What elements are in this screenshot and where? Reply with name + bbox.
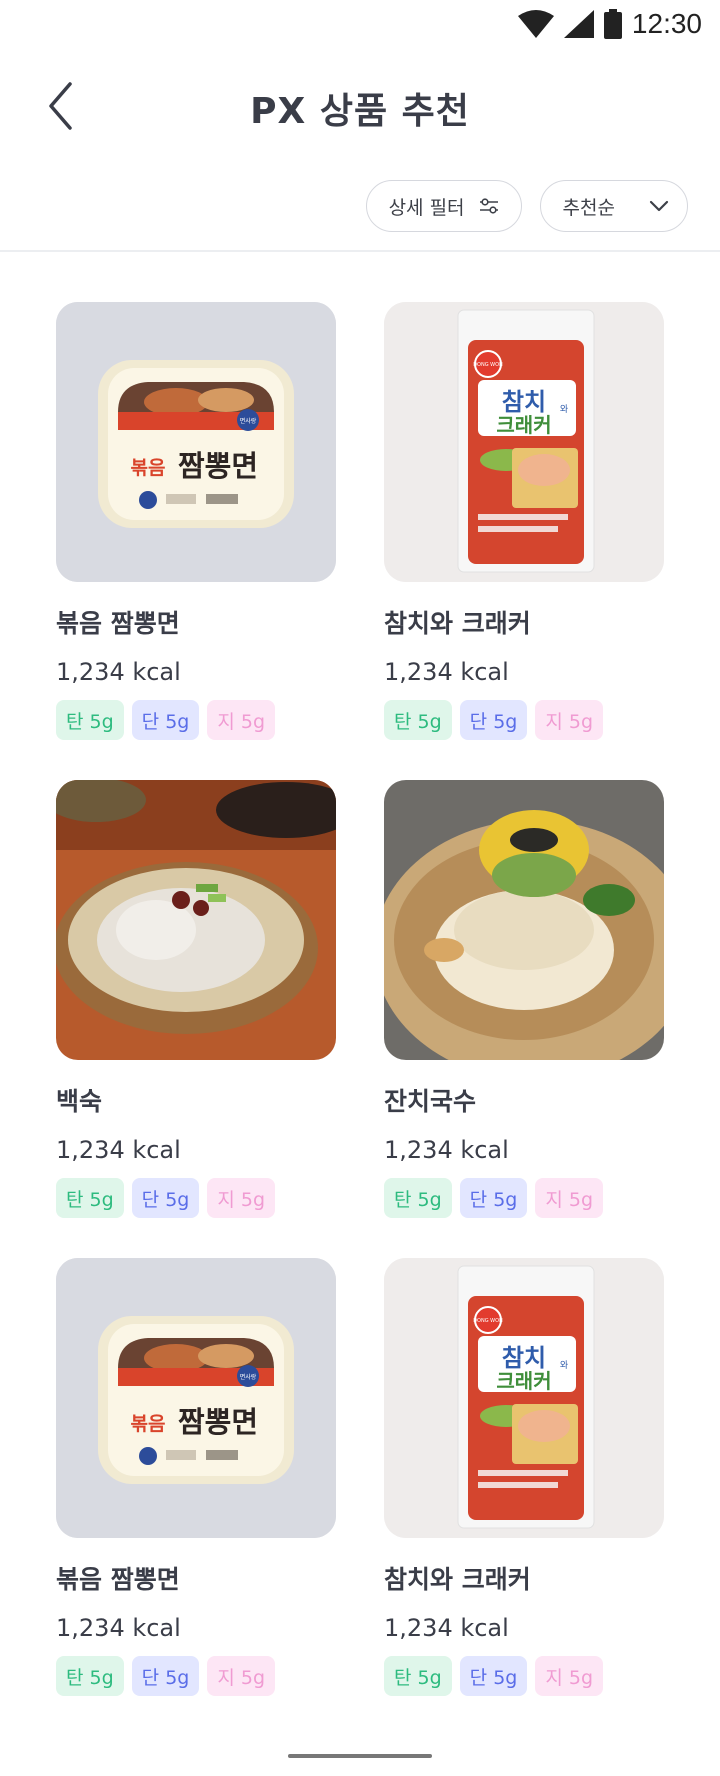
filter-row: 상세 필터 추천순 [365, 180, 688, 232]
carb-tag: 탄 5g [384, 1178, 452, 1218]
home-indicator[interactable] [288, 1754, 432, 1758]
tuna-brand-text: DONG WON [473, 362, 503, 368]
protein-tag: 단 5g [459, 700, 528, 740]
fat-tag: 지 5g [207, 1656, 276, 1696]
noodle-package-image: 면사랑 볶음 짬뽕면 [56, 302, 336, 582]
fat-tag: 지 5g [535, 700, 604, 740]
status-icons: 12:30 [517, 8, 702, 40]
noodle-brand-text: 면사랑 [240, 417, 257, 425]
noodle-soup-image [384, 780, 664, 1060]
protein-tag: 단 5g [459, 1178, 528, 1218]
carb-tag: 탄 5g [56, 700, 124, 740]
protein-tag: 단 5g [459, 1656, 528, 1696]
fat-tag: 지 5g [207, 700, 276, 740]
product-card[interactable]: 면사랑 볶음 짬뽕면 볶음 짬뽕면 1,234 kcal 탄 5g 단 5g 지… [56, 1258, 336, 1696]
product-kcal: 1,234 kcal [384, 1136, 509, 1164]
status-time: 12:30 [631, 8, 702, 39]
fat-tag: 지 5g [535, 1178, 604, 1218]
product-name: 볶음 짬뽕면 [56, 1565, 180, 1594]
tuna-title-1: 참치 [502, 1344, 546, 1372]
product-kcal: 1,234 kcal [384, 1614, 509, 1642]
nutrition-tags: 탄 5g 단 5g 지 5g [384, 1656, 664, 1696]
fat-tag: 지 5g [207, 1178, 276, 1218]
protein-tag: 단 5g [131, 1178, 200, 1218]
product-kcal: 1,234 kcal [56, 1614, 181, 1642]
detail-filter-button[interactable]: 상세 필터 [365, 180, 522, 232]
tuna-wa-text: 와 [560, 403, 568, 415]
sort-label: 추천순 [562, 196, 615, 219]
nutrition-tags: 탄 5g 단 5g 지 5g [56, 1178, 336, 1218]
protein-tag: 단 5g [131, 700, 200, 740]
product-image: DONG WON 참치 와 크래커 [384, 302, 664, 582]
product-kcal: 1,234 kcal [384, 658, 509, 686]
page-title: PX 상품 추천 [250, 91, 470, 132]
sort-dropdown[interactable]: 추천순 [539, 180, 688, 232]
noodle-title-text: 짬뽕면 [178, 449, 258, 483]
noodle-package-image: 면사랑 볶음 짬뽕면 [56, 1258, 336, 1538]
fat-tag: 지 5g [535, 1656, 604, 1696]
status-bar: 12:30 [0, 0, 720, 48]
product-kcal: 1,234 kcal [56, 1136, 181, 1164]
carb-tag: 탄 5g [384, 700, 452, 740]
header: PX 상품 추천 [0, 60, 720, 150]
product-image [384, 780, 664, 1060]
product-image [56, 780, 336, 1060]
chevron-down-icon [649, 200, 669, 212]
product-kcal: 1,234 kcal [56, 658, 181, 686]
tuna-title-2: 크래커 [496, 413, 551, 437]
tuna-title-1: 참치 [502, 388, 546, 416]
sliders-icon [479, 198, 498, 214]
battery-icon [603, 9, 622, 39]
wifi-icon [517, 10, 554, 38]
product-card[interactable]: 면사랑 볶음 짬뽕면 볶음 짬뽕면 1,234 kcal 탄 5g 단 5g 지… [56, 302, 336, 740]
carb-tag: 탄 5g [56, 1656, 124, 1696]
product-name: 볶음 짬뽕면 [56, 609, 180, 638]
carb-tag: 탄 5g [56, 1178, 124, 1218]
product-image: DONG WON 참치 와 크래커 [384, 1258, 664, 1538]
carb-tag: 탄 5g [384, 1656, 452, 1696]
nutrition-tags: 탄 5g 단 5g 지 5g [384, 1178, 664, 1218]
product-image: 면사랑 볶음 짬뽕면 [56, 1258, 336, 1538]
tuna-title-2: 크래커 [496, 1369, 551, 1393]
protein-tag: 단 5g [131, 1656, 200, 1696]
noodle-title-text: 짬뽕면 [178, 1405, 258, 1439]
tuna-brand-text: DONG WON [473, 1318, 503, 1324]
product-name: 잔치국수 [384, 1087, 477, 1116]
product-card[interactable]: DONG WON 참치 와 크래커 참치와 크래커 1,234 kcal 탄 5… [384, 1258, 664, 1696]
product-grid: 면사랑 볶음 짬뽕면 볶음 짬뽕면 1,234 kcal 탄 5g 단 5g 지… [56, 302, 664, 1696]
header-divider [0, 250, 720, 252]
noodle-brand-text: 면사랑 [240, 1373, 257, 1381]
product-image: 면사랑 볶음 짬뽕면 [56, 302, 336, 582]
product-name: 참치와 크래커 [384, 1565, 531, 1594]
product-name: 참치와 크래커 [384, 609, 531, 638]
noodle-label-text: 볶음 [131, 1413, 166, 1435]
product-card[interactable]: DONG WON 참치 와 크래커 참치와 크래커 1,234 kcal 탄 5… [384, 302, 664, 740]
tuna-package-image: DONG WON 참치 와 크래커 [384, 1258, 664, 1538]
chicken-soup-image [56, 780, 336, 1060]
tuna-package-image: DONG WON 참치 와 크래커 [384, 302, 664, 582]
nutrition-tags: 탄 5g 단 5g 지 5g [384, 700, 664, 740]
nutrition-tags: 탄 5g 단 5g 지 5g [56, 700, 336, 740]
product-card[interactable]: 잔치국수 1,234 kcal 탄 5g 단 5g 지 5g [384, 780, 664, 1218]
nutrition-tags: 탄 5g 단 5g 지 5g [56, 1656, 336, 1696]
noodle-label-text: 볶음 [131, 457, 166, 479]
product-name: 백숙 [56, 1087, 103, 1116]
signal-icon [563, 10, 594, 38]
product-card[interactable]: 백숙 1,234 kcal 탄 5g 단 5g 지 5g [56, 780, 336, 1218]
detail-filter-label: 상세 필터 [388, 196, 465, 219]
tuna-wa-text: 와 [560, 1359, 568, 1371]
